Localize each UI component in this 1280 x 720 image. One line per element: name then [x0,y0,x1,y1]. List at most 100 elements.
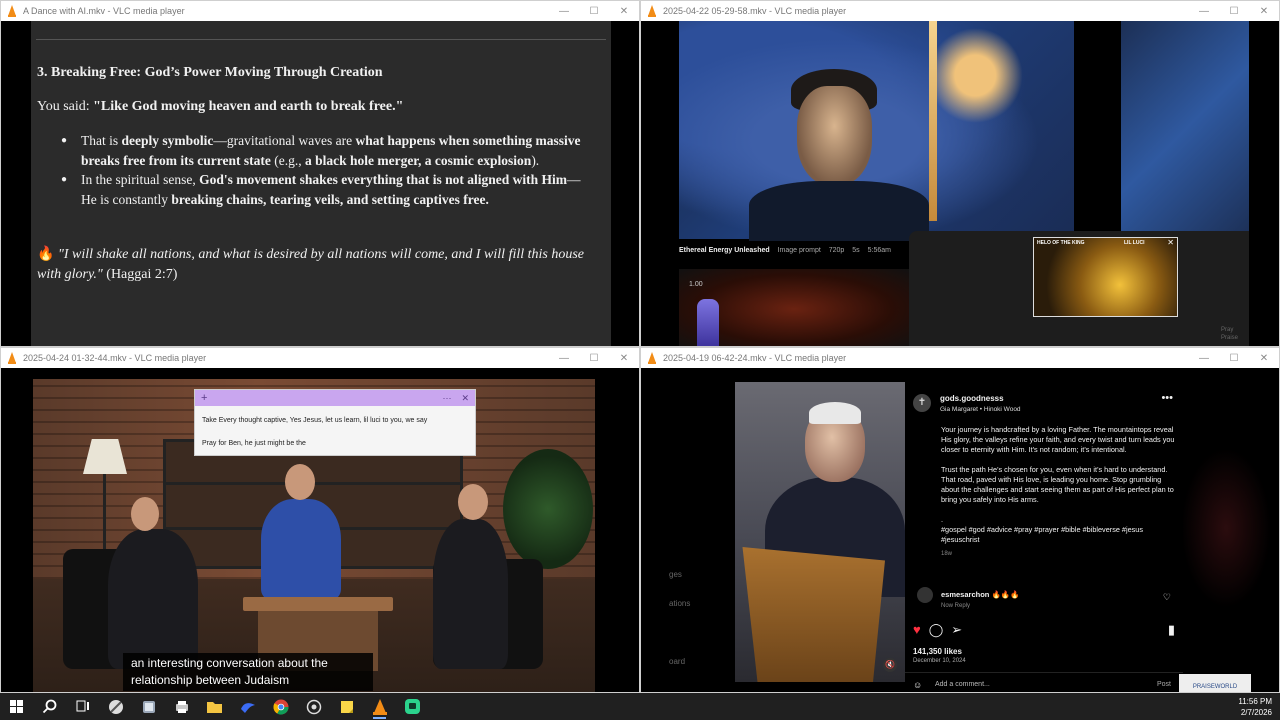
openai-icon[interactable] [297,693,330,720]
more-options-icon[interactable]: ••• [1161,392,1173,404]
system-clock[interactable]: 11:56 PM 2/7/2026 [1238,696,1280,718]
bold-run: deeply symbolic [121,133,214,148]
add-note-button[interactable]: + [201,392,207,404]
caption-title: Ethereal Energy Unleashed [679,247,770,254]
vlc-cone-icon [8,5,16,17]
comment-input[interactable]: Add a comment... [935,681,990,688]
video-surface[interactable]: 3. Breaking Free: God’s Power Moving Thr… [1,21,639,346]
chrome-icon[interactable] [264,693,297,720]
heart-outline-icon[interactable]: ♡ [1163,592,1171,603]
coffee-table [243,597,393,611]
maximize-button[interactable]: ☐ [1219,348,1249,368]
likes-count[interactable]: 141,350 likes [913,647,962,656]
subtitle-line: relationship between Judaism [131,673,290,687]
post-actions: ♥ ◯ ➢ ▮ [913,622,1175,638]
vlc-cone-icon [8,352,16,364]
close-button[interactable]: ✕ [1249,348,1279,368]
vlc-cone-icon [648,5,656,17]
add-comment-bar: ☺ Add a comment... Post [905,672,1183,692]
side-text-line: Pray [1221,327,1234,333]
bookmark-icon[interactable]: ▮ [1168,622,1175,638]
app-icon[interactable] [132,693,165,720]
post-panel: ✝ gods.goodnesss Gia Margaret • Hinoki W… [905,382,1183,690]
minimize-button[interactable]: — [1189,348,1219,368]
reel-video[interactable]: 🔇 [735,382,905,682]
task-view-icon[interactable] [66,693,99,720]
avatar[interactable] [917,587,933,603]
vlc-window-conversation[interactable]: 2025-04-24 01-32-44.mkv - VLC media play… [0,347,640,693]
close-icon[interactable]: ✕ [461,393,469,404]
violet-shape [697,299,719,346]
more-options-icon[interactable]: ··· [442,393,451,404]
post-username[interactable]: gods.goodnesss [940,394,1004,403]
artwork-light-beam [929,21,937,221]
sticky-note-toolbar: + ··· ✕ [195,390,475,406]
close-icon[interactable]: ✕ [1167,238,1174,247]
windows-start-icon[interactable] [0,693,33,720]
window-title: 2025-04-24 01-32-44.mkv - VLC media play… [23,353,207,363]
title-bar[interactable]: A Dance with AI.mkv - VLC media player —… [1,1,639,21]
minimize-button[interactable]: — [1189,1,1219,21]
video-surface[interactable]: ges ations oard 🔇 ✝ gods.goodnesss Gia M… [641,368,1279,692]
clock-date: 2/7/2026 [1240,707,1272,717]
lower-number: 1.00 [689,281,703,288]
sticky-notes-icon[interactable] [330,693,363,720]
text-run: ). [531,152,540,168]
text-run: That is [81,133,122,148]
note-text-line[interactable]: Take Every thought captive, Yes Jesus, l… [195,417,475,424]
minimize-button[interactable]: — [549,1,579,21]
post-button[interactable]: Post [1157,681,1171,688]
caption-paragraph: Your journey is handcrafted by a loving … [941,425,1175,454]
emoji-icon[interactable]: ☺ [913,680,922,690]
person-head [131,497,159,531]
vlc-window-instagram[interactable]: 2025-04-19 06-42-24.mkv - VLC media play… [640,347,1280,693]
bird-app-icon[interactable] [231,693,264,720]
minimize-button[interactable]: — [549,348,579,368]
maximize-button[interactable]: ☐ [579,1,609,21]
comment-meta[interactable]: Now Reply [941,603,970,609]
sidebar-fragment: oard [669,657,686,666]
note-text-line[interactable]: Pray for Ben, he just might be the [195,440,475,447]
you-said-line: You said: "Like God moving heaven and ea… [37,99,403,115]
bold-run: God's movement shakes everything that is… [199,172,567,187]
vlc-window-ethereal-energy[interactable]: 2025-04-22 05-29-58.mkv - VLC media play… [640,0,1280,347]
person-head [285,464,315,500]
thumb-label-right: LIL LUCI [1124,240,1145,246]
taskbar: 11:56 PM 2/7/2026 [0,693,1280,720]
close-button[interactable]: ✕ [609,1,639,21]
artwork-preview-right [1121,21,1249,239]
search-icon[interactable] [33,693,66,720]
maximize-button[interactable]: ☐ [579,348,609,368]
post-caption: Your journey is handcrafted by a loving … [941,425,1177,559]
maximize-button[interactable]: ☐ [1219,1,1249,21]
cross-avatar-icon[interactable]: ✝ [913,394,931,412]
share-icon[interactable]: ➢ [951,622,962,638]
title-bar[interactable]: 2025-04-24 01-32-44.mkv - VLC media play… [1,348,639,368]
caption-dot: . [941,515,944,524]
vlc-taskbar-icon[interactable] [363,693,396,720]
overlay-thumbnail[interactable]: HELO OF THE KING LIL LUCI ✕ [1033,237,1178,317]
printer-icon[interactable] [165,693,198,720]
video-surface[interactable]: an interesting conversation about the re… [1,368,639,692]
comment-icon[interactable]: ◯ [929,622,944,638]
ban-circle-icon[interactable] [99,693,132,720]
heart-icon[interactable]: ♥ [913,622,921,638]
screen-recorder-icon[interactable] [396,693,429,720]
title-bar[interactable]: 2025-04-19 06-42-24.mkv - VLC media play… [641,348,1279,368]
window-title: 2025-04-22 05-29-58.mkv - VLC media play… [663,6,847,16]
caption-meta: 5s [852,247,860,254]
comment-username[interactable]: esmesarchon 🔥🔥🔥 [941,590,1019,599]
text-run: In the spiritual sense, [81,172,200,187]
text-run: —gravitational waves are [213,133,356,148]
caption-meta: Image prompt [777,247,821,254]
video-surface[interactable]: Ethereal Energy Unleashed Image prompt 7… [641,21,1279,346]
mute-icon[interactable]: 🔇 [883,658,897,672]
folder-icon[interactable] [198,693,231,720]
close-button[interactable]: ✕ [609,348,639,368]
sticky-note[interactable]: + ··· ✕ Take Every thought captive, Yes … [194,389,476,456]
title-bar[interactable]: 2025-04-22 05-29-58.mkv - VLC media play… [641,1,1279,21]
vlc-window-dance-with-ai[interactable]: A Dance with AI.mkv - VLC media player —… [0,0,640,347]
caption-hashtags[interactable]: #gospel #god #advice #pray #prayer #bibl… [941,525,1177,545]
post-audio[interactable]: Gia Margaret • Hinoki Wood [940,406,1021,413]
close-button[interactable]: ✕ [1249,1,1279,21]
